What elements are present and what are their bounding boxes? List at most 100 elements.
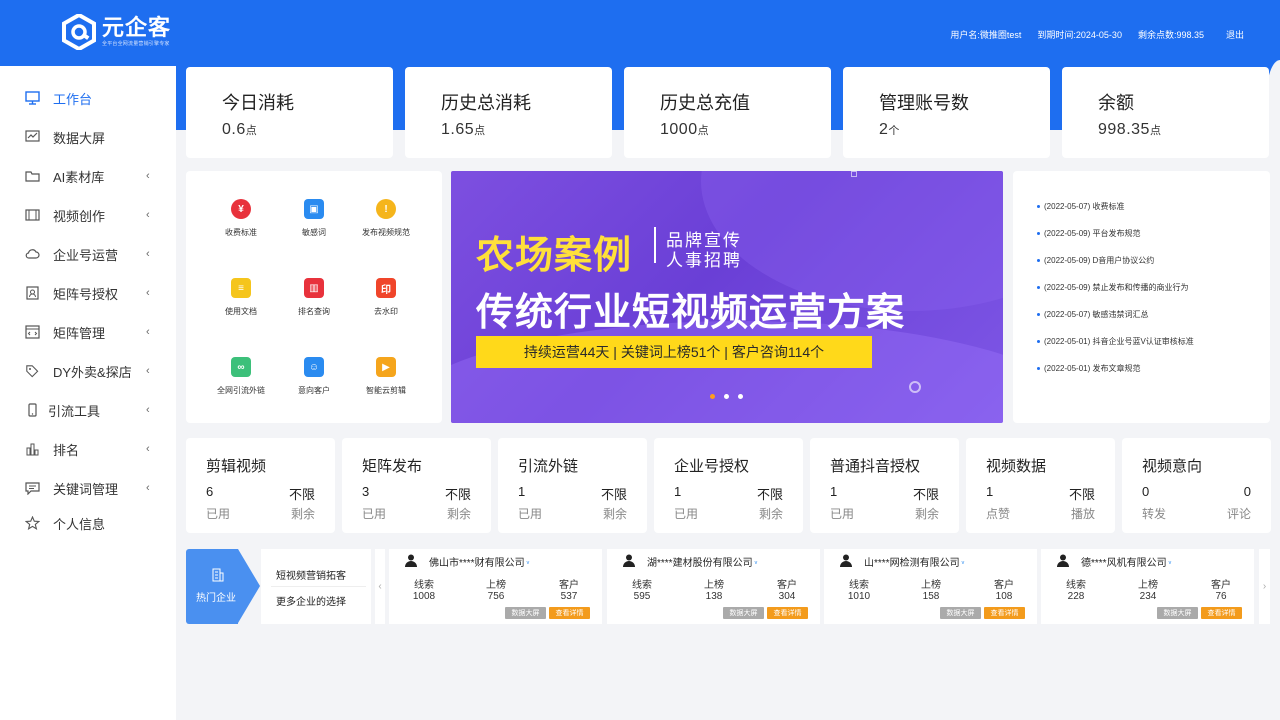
function-title: 引流外链: [518, 458, 579, 475]
quick-link-rank-query[interactable]: ▥ 排名查询: [274, 278, 354, 317]
logout-link[interactable]: 退出: [1226, 28, 1244, 41]
carousel-dot[interactable]: [724, 394, 729, 399]
sidebar-item-data-screen[interactable]: 数据大屏: [0, 121, 176, 153]
function-card-matrix-publish[interactable]: 矩阵发布 3 不限 已用 剩余: [342, 438, 491, 533]
function-title: 视频数据: [986, 458, 1047, 475]
carousel-next-button[interactable]: ›: [1259, 549, 1270, 624]
view-detail-button[interactable]: 查看详情: [984, 607, 1025, 619]
hot-tag-body: [186, 549, 238, 624]
chevron-left-icon: ‹: [146, 287, 150, 299]
function-title: 企业号授权: [674, 458, 750, 475]
quick-link-sensitive-words[interactable]: ▣ 敏感词: [274, 199, 354, 238]
sidebar-item-label: 视频创作: [53, 208, 106, 224]
company-name: 佛山市****财有限公司 ᵛ: [429, 558, 530, 569]
company-leads: 1010: [847, 591, 871, 602]
quick-links-panel: ¥ 收费标准 ▣ 敏感词 ! 发布视频规范 ≡ 使用文档 ▥ 排名查询 印 去水…: [186, 171, 442, 423]
folder-icon: [24, 168, 40, 184]
link-icon: ∞: [231, 357, 251, 377]
function-plays-label: 播放: [1070, 507, 1095, 521]
company-name: 湖****建材股份有限公司 ᵛ: [647, 558, 758, 569]
sidebar-item-ranking[interactable]: 排名 ‹: [0, 433, 176, 465]
verified-icon: ᵛ: [961, 559, 965, 568]
view-detail-button[interactable]: 查看详情: [549, 607, 590, 619]
data-screen-button[interactable]: 数据大屏: [940, 607, 981, 619]
news-item[interactable]: (2022-05-09) 平台发布规范: [1037, 228, 1140, 239]
sidebar-item-workbench[interactable]: 工作台: [0, 82, 176, 114]
function-used-value: 6: [206, 484, 214, 499]
function-used-value: 3: [362, 484, 370, 499]
sidebar-item-keyword-manage[interactable]: 关键词管理 ‹: [0, 472, 176, 504]
news-item[interactable]: (2022-05-01) 抖音企业号蓝V认证审核标准: [1037, 336, 1194, 347]
view-detail-button[interactable]: 查看详情: [767, 607, 808, 619]
quick-link-watermark[interactable]: 印 去水印: [346, 278, 426, 317]
brand-logo[interactable]: 元企客 全平台全网流量营销引擎专家: [62, 14, 171, 50]
company-rank: 158: [922, 591, 940, 602]
yen-icon: ¥: [231, 199, 251, 219]
hot-slogan-1: 短视频营销拓客: [276, 571, 346, 582]
carousel-prev-button[interactable]: ‹: [375, 549, 385, 624]
company-clients: 304: [778, 591, 796, 602]
function-remaining-value: 不限: [288, 487, 315, 502]
function-card-edit-video[interactable]: 剪辑视频 6 不限 已用 剩余: [186, 438, 335, 533]
stat-title: 历史总消耗: [441, 93, 531, 113]
news-item[interactable]: (2022-05-01) 发布文章规范: [1037, 363, 1140, 374]
banner-title: 传统行业短视频运营方案: [476, 292, 906, 334]
verified-icon: ᵛ: [754, 559, 758, 568]
sidebar-item-ai-library[interactable]: AI素材库 ‹: [0, 160, 176, 192]
chevron-left-icon: ‹: [146, 170, 150, 182]
carousel-dot[interactable]: [738, 394, 743, 399]
sidebar-item-label: DY外卖&探店: [53, 364, 132, 380]
quick-link-leads[interactable]: ☺ 意向客户: [274, 357, 354, 396]
news-panel: (2022-05-07) 收费标准 (2022-05-09) 平台发布规范 (2…: [1013, 171, 1270, 423]
function-card-video-intent[interactable]: 视频意向 0 0 转发 评论: [1122, 438, 1271, 533]
quick-link-docs[interactable]: ≡ 使用文档: [201, 278, 281, 317]
banner-divider: [654, 227, 656, 263]
function-card-video-data[interactable]: 视频数据 1 不限 点赞 播放: [966, 438, 1115, 533]
function-card-enterprise-auth[interactable]: 企业号授权 1 不限 已用 剩余: [654, 438, 803, 533]
function-card-douyin-auth[interactable]: 普通抖音授权 1 不限 已用 剩余: [810, 438, 959, 533]
chevron-left-icon: ‹: [146, 482, 150, 494]
function-likes-label: 点赞: [986, 507, 1011, 521]
company-card: 湖****建材股份有限公司 ᵛ 线索 上榜 客户 595 138 304 数据大屏…: [607, 549, 820, 624]
sidebar-item-label: 引流工具: [48, 403, 101, 419]
brand-subtitle: 全平台全网流量营销引擎专家: [102, 41, 170, 47]
quick-link-pricing[interactable]: ¥ 收费标准: [201, 199, 281, 238]
quick-link-external-links[interactable]: ∞ 全网引流外链: [201, 357, 281, 396]
carousel-dot[interactable]: [710, 394, 715, 399]
data-screen-button[interactable]: 数据大屏: [723, 607, 764, 619]
quick-link-smart-edit[interactable]: ▶ 智能云剪辑: [346, 357, 426, 396]
quick-link-video-rules[interactable]: ! 发布视频规范: [346, 199, 426, 238]
function-card-external-links[interactable]: 引流外链 1 不限 已用 剩余: [498, 438, 647, 533]
sidebar-item-matrix-auth[interactable]: 矩阵号授权 ‹: [0, 277, 176, 309]
username-text: 用户名:微推圈test: [950, 30, 1022, 40]
function-used-value: 1: [830, 484, 838, 499]
company-leads: 1008: [412, 591, 436, 602]
data-screen-button[interactable]: 数据大屏: [505, 607, 546, 619]
company-clients: 76: [1215, 591, 1227, 602]
col-label-clients: 客户: [1211, 580, 1231, 591]
hot-slogan-panel: 短视频营销拓客 更多企业的选择: [261, 549, 371, 624]
news-item[interactable]: (2022-05-07) 收费标准: [1037, 201, 1124, 212]
sidebar-item-dy-delivery[interactable]: DY外卖&探店 ‹: [0, 355, 176, 387]
stat-title: 管理账号数: [879, 93, 969, 113]
sidebar-item-enterprise-ops[interactable]: 企业号运营 ‹: [0, 238, 176, 270]
sidebar-item-traffic-tools[interactable]: 引流工具 ‹: [0, 394, 176, 426]
star-icon: [24, 515, 40, 531]
news-item[interactable]: (2022-05-09) D音用户协议公约: [1037, 255, 1154, 266]
sidebar-item-video-create[interactable]: 视频创作 ‹: [0, 199, 176, 231]
user-avatar-icon: [840, 554, 852, 567]
function-comments-value: 0: [1243, 484, 1251, 499]
function-used-label: 已用: [830, 507, 855, 521]
company-name: 德****风机有限公司 ᵛ: [1081, 558, 1172, 569]
data-screen-button[interactable]: 数据大屏: [1157, 607, 1198, 619]
col-label-clients: 客户: [559, 580, 579, 591]
function-remaining-value: 不限: [444, 487, 471, 502]
view-detail-button[interactable]: 查看详情: [1201, 607, 1242, 619]
news-item[interactable]: (2022-05-07) 敏感违禁词汇总: [1037, 309, 1148, 320]
sidebar-item-matrix-manage[interactable]: 矩阵管理 ‹: [0, 316, 176, 348]
news-item[interactable]: (2022-05-09) 禁止发布和传播的商业行为: [1037, 282, 1188, 293]
sidebar-item-label: 关键词管理: [53, 481, 119, 497]
sidebar-item-profile[interactable]: 个人信息: [0, 507, 176, 539]
header-user-info: 用户名:微推圈test 到期时间:2024-05-30 剩余点数:998.35 …: [934, 28, 1244, 41]
promo-banner[interactable]: 农场案例 品牌宣传 人事招聘 传统行业短视频运营方案 持续运营44天 | 关键词…: [451, 171, 1003, 423]
